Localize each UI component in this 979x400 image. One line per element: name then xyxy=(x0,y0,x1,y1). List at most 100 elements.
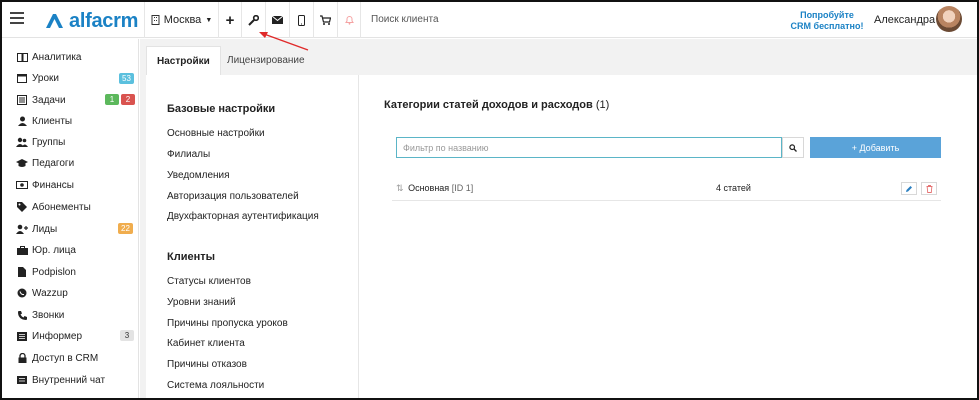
menu-link-refusal-reasons[interactable]: Причины отказов xyxy=(167,359,247,370)
sidebar-item-label: Педагоги xyxy=(32,157,75,169)
calendar-icon xyxy=(16,73,28,84)
settings-wrench-button[interactable] xyxy=(241,2,265,38)
sidebar-item-groups[interactable]: Группы xyxy=(16,134,65,150)
add-button[interactable]: + xyxy=(218,2,241,38)
table-row[interactable]: ⇅ Основная [ID 1] 4 статей xyxy=(392,179,941,201)
wrench-icon xyxy=(248,14,259,26)
app-window: alfacrm Москва ▼ + Поиск клиента Попробу… xyxy=(0,0,979,400)
category-name: Основная xyxy=(408,183,450,193)
page-title: Категории статей доходов и расходов (1) xyxy=(384,99,609,111)
sidebar-item-label: Финансы xyxy=(32,179,74,191)
sidebar-item-label: Задачи xyxy=(32,94,66,106)
delete-button[interactable] xyxy=(921,182,937,195)
mobile-button[interactable] xyxy=(289,2,313,38)
drag-handle-icon[interactable]: ⇅ xyxy=(396,183,404,193)
sidebar-item-finance[interactable]: Финансы xyxy=(16,177,74,193)
filter-by-name-input[interactable]: Фильтр по названию xyxy=(396,137,782,158)
sidebar-item-legal-entities[interactable]: Юр. лица xyxy=(16,242,76,258)
sidebar-item-podpislon[interactable]: Podpislon xyxy=(16,264,76,280)
menu-link-user-auth[interactable]: Авторизация пользователей xyxy=(167,191,299,202)
menu-link-absence-reasons[interactable]: Причины пропуска уроков xyxy=(167,318,288,329)
sidebar-item-tasks[interactable]: Задачи xyxy=(16,92,66,108)
user-icon xyxy=(16,116,28,127)
phone-icon xyxy=(16,310,28,321)
edit-button[interactable] xyxy=(901,182,917,195)
menu-link-main-settings[interactable]: Основные настройки xyxy=(167,128,265,139)
sidebar-item-lessons[interactable]: Уроки xyxy=(16,70,59,86)
promo-line-2: CRM бесплатно! xyxy=(790,21,864,31)
categories-content: Категории статей доходов и расходов (1) … xyxy=(360,75,977,398)
sidebar-item-label: Звонки xyxy=(32,309,65,321)
menu-link-loyalty-system[interactable]: Система лояльности xyxy=(167,380,264,391)
user-plus-icon xyxy=(16,224,28,235)
main-area: Настройки Лицензирование Базовые настрой… xyxy=(140,39,977,398)
filter-search-button[interactable] xyxy=(782,137,804,158)
sidebar-item-informer[interactable]: Информер xyxy=(16,328,82,344)
sidebar: Аналитика Уроки 53 Задачи 1 2 Клиенты Гр… xyxy=(2,39,139,398)
top-navbar: alfacrm Москва ▼ + Поиск клиента Попробу… xyxy=(2,2,977,38)
add-button-label: + xyxy=(225,11,235,29)
sidebar-item-teachers[interactable]: Педагоги xyxy=(16,155,74,171)
sidebar-item-label: Доступ в CRM xyxy=(32,352,99,364)
menu-link-client-cabinet[interactable]: Кабинет клиента xyxy=(167,338,245,349)
sidebar-item-leads[interactable]: Лиды xyxy=(16,221,57,237)
file-icon xyxy=(16,267,28,278)
sidebar-item-analytics[interactable]: Аналитика xyxy=(16,49,82,65)
graduation-cap-icon xyxy=(16,158,28,169)
user-avatar[interactable] xyxy=(936,6,962,32)
tasks-overdue-badge: 2 xyxy=(121,94,135,105)
free-trial-link[interactable]: Попробуйте CRM бесплатно! xyxy=(790,10,864,32)
sidebar-item-label: Podpislon xyxy=(32,266,76,278)
sidebar-item-crm-access[interactable]: Доступ в CRM xyxy=(16,350,98,366)
logo-text: alfacrm xyxy=(69,9,139,32)
sidebar-item-label: Внутренний чат xyxy=(32,374,106,386)
sidebar-item-subscriptions[interactable]: Абонементы xyxy=(16,199,91,215)
sidebar-item-label: Юр. лица xyxy=(32,244,76,256)
pencil-icon xyxy=(906,185,912,192)
lock-icon xyxy=(16,353,28,364)
tasks-done-badge: 1 xyxy=(105,94,119,105)
cart-button[interactable] xyxy=(313,2,337,38)
menu-link-branches[interactable]: Филиалы xyxy=(167,149,210,160)
mail-button[interactable] xyxy=(265,2,289,38)
logo[interactable]: alfacrm xyxy=(44,10,138,32)
lessons-count-badge: 53 xyxy=(119,73,134,84)
settings-panel: Базовые настройки Основные настройки Фил… xyxy=(146,75,977,398)
sidebar-item-label: Аналитика xyxy=(32,51,82,63)
branch-selector[interactable]: Москва ▼ xyxy=(144,2,218,38)
menu-link-2fa[interactable]: Двухфакторная аутентификация xyxy=(167,211,319,222)
user-name[interactable]: Александра xyxy=(874,14,935,26)
informer-count-badge: 3 xyxy=(120,330,134,341)
logo-mark-icon xyxy=(46,14,63,28)
bell-icon xyxy=(344,16,354,25)
clients-heading: Клиенты xyxy=(167,251,216,263)
tab-licensing[interactable]: Лицензирование xyxy=(217,46,315,75)
menu-link-client-statuses[interactable]: Статусы клиентов xyxy=(167,276,251,287)
hamburger-menu-icon[interactable] xyxy=(10,12,24,24)
envelope-icon xyxy=(272,16,283,24)
sidebar-item-label: Группы xyxy=(32,136,66,148)
sidebar-item-wazzup[interactable]: Wazzup xyxy=(16,285,68,301)
branch-label: Москва xyxy=(163,14,202,26)
category-items-count: 4 статей xyxy=(716,183,751,193)
menu-link-knowledge-levels[interactable]: Уровни знаний xyxy=(167,297,236,308)
chat-icon xyxy=(16,375,28,386)
sidebar-item-calls[interactable]: Звонки xyxy=(16,307,64,323)
client-search-input[interactable]: Поиск клиента xyxy=(371,14,439,25)
tab-settings[interactable]: Настройки xyxy=(146,46,221,75)
group-icon xyxy=(16,137,28,148)
building-icon xyxy=(151,15,160,25)
tag-icon xyxy=(16,202,28,213)
trash-icon xyxy=(926,184,932,193)
category-id: [ID 1] xyxy=(451,183,474,193)
notifications-button[interactable] xyxy=(337,2,361,38)
mobile-icon xyxy=(298,14,305,26)
menu-link-notifications[interactable]: Уведомления xyxy=(167,170,230,181)
basic-settings-heading: Базовые настройки xyxy=(167,103,276,115)
sidebar-item-internal-chat[interactable]: Внутренний чат xyxy=(16,372,105,388)
promo-line-1: Попробуйте xyxy=(800,10,854,20)
cart-icon xyxy=(320,15,331,25)
tasks-icon xyxy=(16,95,28,106)
sidebar-item-clients[interactable]: Клиенты xyxy=(16,113,72,129)
add-category-button[interactable]: + Добавить xyxy=(810,137,941,158)
